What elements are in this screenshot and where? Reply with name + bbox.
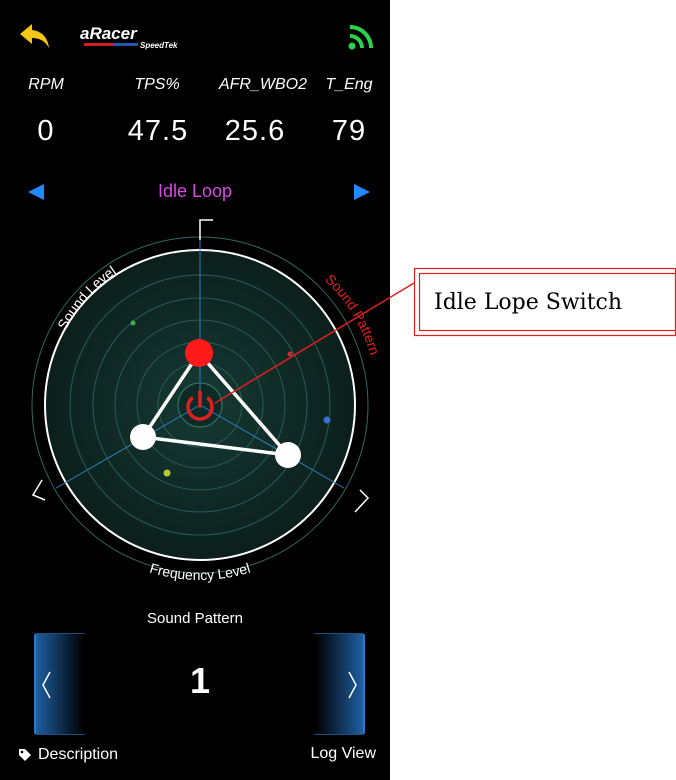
description-link[interactable]: Description <box>18 746 118 764</box>
svg-text:SpeedTek: SpeedTek <box>140 41 178 50</box>
metric-value-afr: 25.6 <box>224 115 286 147</box>
svg-text:aRacer: aRacer <box>80 24 138 43</box>
metric-label-tps: TPS% <box>134 76 180 93</box>
app-screen: aRacer SpeedTek RPM TPS% AFR_WBO2 T_Eng … <box>0 0 390 780</box>
metric-label-rpm: RPM <box>28 76 64 93</box>
sound-radar[interactable]: Sound Level Sound Pattern Frequency Leve… <box>0 210 390 610</box>
log-view-link[interactable]: Log View <box>310 745 376 763</box>
sound-pattern-handle[interactable] <box>185 339 213 367</box>
pattern-prev-button[interactable] <box>34 633 86 735</box>
sound-pattern-label: Sound Pattern <box>147 610 243 627</box>
mode-title: Idle Loop <box>157 181 233 201</box>
chevron-left-icon <box>42 671 51 699</box>
frequency-level-handle[interactable] <box>275 442 301 468</box>
sound-pattern-value: 1 <box>189 660 211 701</box>
top-bar: aRacer SpeedTek <box>0 0 390 64</box>
metric-value-tps: 47.5 <box>127 115 189 147</box>
radar-point-green <box>130 320 136 326</box>
tag-icon <box>19 749 31 761</box>
radar-point-red <box>287 351 293 357</box>
metric-label-teng: T_Eng <box>325 76 373 93</box>
metric-value-rpm: 0 <box>37 115 55 147</box>
pattern-next-button[interactable] <box>313 633 365 735</box>
axis-label-frequency-level: Frequency Level <box>148 560 252 583</box>
radar-point-blue <box>323 416 331 424</box>
sound-level-handle[interactable] <box>130 424 156 450</box>
metric-value-teng: 79 <box>331 115 367 147</box>
description-label: Description <box>38 746 119 763</box>
chevron-right-icon <box>348 671 357 699</box>
radar-point-yellow <box>163 469 171 477</box>
wifi-signal-icon[interactable] <box>346 22 376 52</box>
annotation-label: Idle Lope Switch <box>434 290 623 315</box>
mode-selector: Idle Loop <box>0 176 390 208</box>
back-arrow-icon[interactable] <box>18 22 52 50</box>
aracer-logo: aRacer SpeedTek <box>80 24 178 50</box>
mode-prev-icon[interactable] <box>26 182 46 202</box>
metric-label-afr: AFR_WBO2 <box>218 76 307 93</box>
mode-next-icon[interactable] <box>352 182 372 202</box>
